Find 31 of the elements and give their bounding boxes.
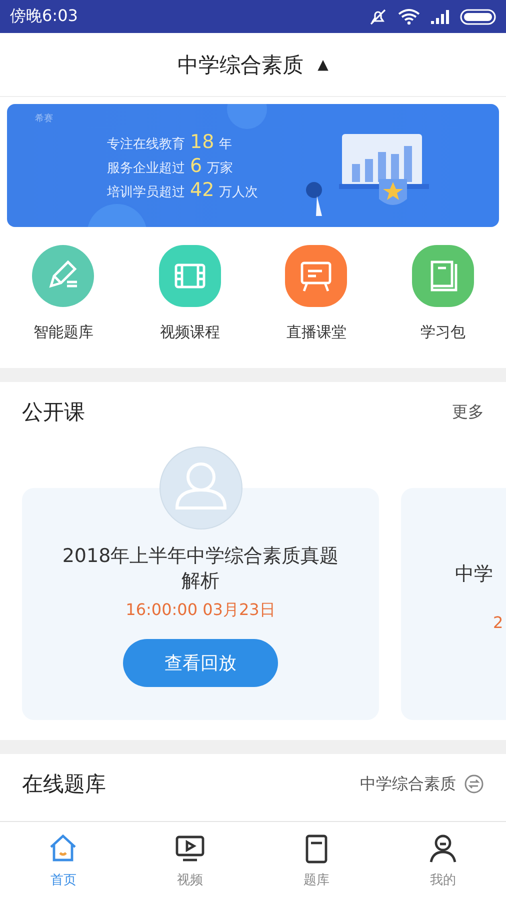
swap-icon <box>464 774 484 794</box>
mute-icon <box>368 8 388 24</box>
board-icon <box>300 260 332 292</box>
section-title: 在线题库 <box>22 771 106 798</box>
more-link[interactable]: 更多 <box>452 402 484 422</box>
banner-text: 培训学员超过 42 万人次 <box>107 178 258 200</box>
banner-text: 服务企业超过 6 万家 <box>107 154 234 176</box>
subject-selector[interactable]: 中学综合素质 <box>360 774 484 794</box>
shortcut-button[interactable]: 智能题库 <box>8 245 118 342</box>
course-title: 2018年上半年中学综合素质真题解析 <box>61 544 340 594</box>
shortcut-button[interactable]: 学习包 <box>388 245 498 342</box>
course-title: 中学 <box>455 562 493 587</box>
course-card[interactable]: 2018年上半年中学综合素质真题解析 16:00:00 03月23日 查看回放 <box>22 488 379 720</box>
nav-tab[interactable]: 题库 <box>271 833 362 889</box>
course-time: 16:00:00 03月23日 <box>126 600 276 621</box>
banner-text: 专注在线教育 18 年 <box>107 130 234 152</box>
nav-tab[interactable]: 我的 <box>398 833 488 889</box>
nav-tab[interactable]: 视频 <box>144 833 235 889</box>
section-title: 公开课 <box>22 399 85 426</box>
header-title[interactable]: 中学综合素质 <box>178 50 304 78</box>
shortcut-button[interactable]: 直播课堂 <box>261 245 372 342</box>
wifi-icon <box>398 8 420 24</box>
signal-icon <box>430 10 450 24</box>
course-card[interactable]: 中学 2 <box>401 488 506 720</box>
caret-icon[interactable]: ▲ <box>318 56 328 72</box>
battery-icon <box>460 8 496 24</box>
shortcut-button[interactable]: 视频课程 <box>134 245 245 342</box>
status-time: 傍晚6:03 <box>10 6 78 27</box>
avatar-icon <box>158 446 242 530</box>
banner-logo: 希赛 <box>35 112 53 125</box>
course-time: 2 <box>493 613 504 632</box>
